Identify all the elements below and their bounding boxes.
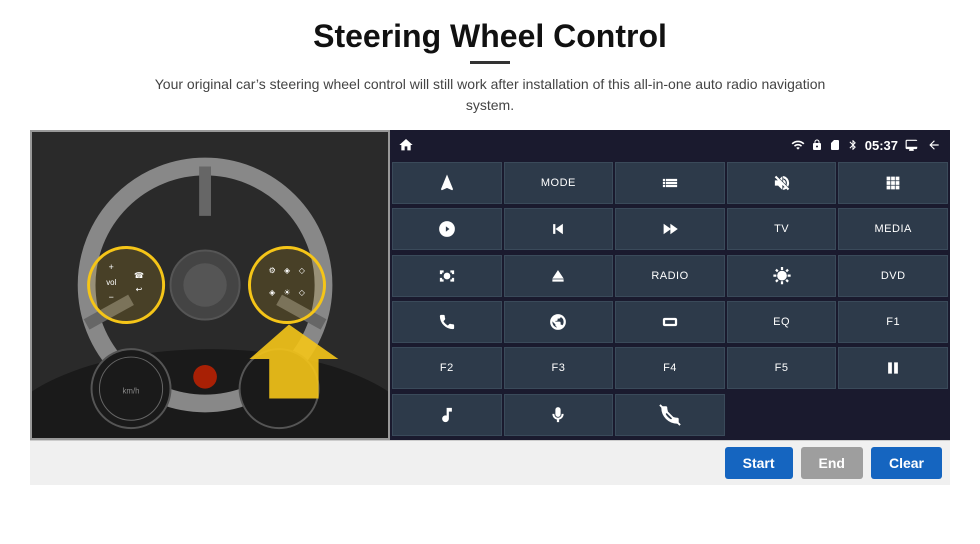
- start-button[interactable]: Start: [725, 447, 793, 479]
- wifi-icon: [791, 138, 805, 152]
- btn-phone[interactable]: [392, 301, 502, 343]
- btn-empty-2: [838, 394, 948, 436]
- title-divider: [470, 61, 510, 64]
- btn-mode[interactable]: MODE: [504, 162, 614, 204]
- svg-text:vol: vol: [106, 278, 116, 287]
- page-title: Steering Wheel Control: [313, 18, 667, 55]
- btn-dvd[interactable]: DVD: [838, 255, 948, 297]
- clear-button[interactable]: Clear: [871, 447, 942, 479]
- btn-fast-forward[interactable]: [615, 208, 725, 250]
- btn-eject[interactable]: [504, 255, 614, 297]
- page-subtitle: Your original car’s steering wheel contr…: [140, 74, 840, 116]
- svg-text:☀: ☀: [283, 288, 290, 297]
- btn-aspect[interactable]: [615, 301, 725, 343]
- lock-icon: [811, 138, 823, 152]
- btn-f2[interactable]: F2: [392, 347, 502, 389]
- btn-mute[interactable]: [727, 162, 837, 204]
- btn-rewind[interactable]: [504, 208, 614, 250]
- svg-text:◇: ◇: [299, 266, 306, 275]
- btn-music[interactable]: [392, 394, 502, 436]
- control-panel: 05:37 MODE: [390, 130, 950, 440]
- btn-brightness[interactable]: [727, 255, 837, 297]
- btn-empty-1: [727, 394, 837, 436]
- btn-globe[interactable]: [504, 301, 614, 343]
- btn-radio[interactable]: RADIO: [615, 255, 725, 297]
- status-time: 05:37: [865, 138, 898, 153]
- btn-360cam[interactable]: [392, 255, 502, 297]
- btn-f4[interactable]: F4: [615, 347, 725, 389]
- svg-text:◈: ◈: [269, 288, 276, 297]
- btn-f1[interactable]: F1: [838, 301, 948, 343]
- sim-icon: [829, 138, 841, 152]
- svg-text:◇: ◇: [299, 288, 306, 297]
- btn-settings-circle[interactable]: [392, 208, 502, 250]
- control-button-grid: MODE TV: [390, 160, 950, 440]
- svg-text:↩: ↩: [136, 285, 143, 294]
- btn-eq[interactable]: EQ: [727, 301, 837, 343]
- btn-f5[interactable]: F5: [727, 347, 837, 389]
- btn-media[interactable]: MEDIA: [838, 208, 948, 250]
- btn-navigate[interactable]: [392, 162, 502, 204]
- btn-list[interactable]: [615, 162, 725, 204]
- svg-text:−: −: [109, 292, 114, 302]
- btn-f3[interactable]: F3: [504, 347, 614, 389]
- back-icon: [926, 138, 942, 152]
- steering-wheel-image: + vol − ☎ ↩ ⚙ ◈ ◇ ◈ ☀ ◇ km/h: [30, 130, 390, 440]
- svg-text:+: +: [109, 262, 114, 272]
- home-icon: [398, 137, 414, 153]
- btn-play-pause[interactable]: [838, 347, 948, 389]
- btn-tv[interactable]: TV: [727, 208, 837, 250]
- svg-text:◈: ◈: [284, 266, 291, 275]
- screen-icon: [904, 138, 920, 152]
- btn-apps[interactable]: [838, 162, 948, 204]
- action-bar: Start End Clear: [30, 440, 950, 485]
- svg-text:km/h: km/h: [122, 387, 139, 396]
- svg-text:☎: ☎: [134, 271, 144, 280]
- bluetooth-icon: [847, 138, 859, 152]
- end-button[interactable]: End: [801, 447, 863, 479]
- btn-mic[interactable]: [504, 394, 614, 436]
- svg-text:⚙: ⚙: [269, 266, 276, 275]
- btn-phone-mute[interactable]: [615, 394, 725, 436]
- status-bar: 05:37: [390, 130, 950, 160]
